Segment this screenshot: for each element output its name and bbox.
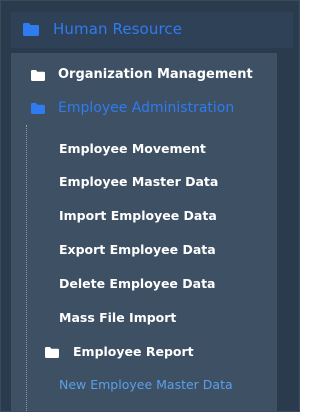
menu-item-label: Organization Management <box>58 67 253 82</box>
folder-icon <box>31 103 45 114</box>
submenu-link-new-employee-master-data[interactable]: New Employee Master Data <box>59 377 233 392</box>
folder-icon <box>31 70 45 81</box>
menu-item-organization-management[interactable]: Organization Management <box>11 65 277 87</box>
submenu-item-employee-master-data[interactable]: Employee Master Data <box>59 174 218 189</box>
menu-item-label: Employee Administration <box>58 100 235 116</box>
menu-item-employee-administration[interactable]: Employee Administration <box>11 98 277 120</box>
submenu-item-mass-file-import[interactable]: Mass File Import <box>59 310 176 325</box>
submenu-item-employee-movement[interactable]: Employee Movement <box>59 141 206 156</box>
folder-icon <box>45 347 59 358</box>
menu-item-human-resource[interactable]: Human Resource <box>11 12 293 48</box>
menu-item-label: Employee Report <box>73 344 194 359</box>
submenu-item-import-employee-data[interactable]: Import Employee Data <box>59 208 217 223</box>
menu-item-label: Human Resource <box>53 20 183 38</box>
submenu-item-delete-employee-data[interactable]: Delete Employee Data <box>59 276 215 291</box>
sidebar-menu: Human Resource Organization Management E… <box>0 0 300 412</box>
submenu-item-employee-report[interactable]: Employee Report <box>45 343 265 363</box>
submenu-item-export-employee-data[interactable]: Export Employee Data <box>59 242 216 257</box>
folder-icon <box>23 23 39 36</box>
submenu-panel: Organization Management Employee Adminis… <box>11 53 277 411</box>
tree-connector-line <box>26 125 27 411</box>
